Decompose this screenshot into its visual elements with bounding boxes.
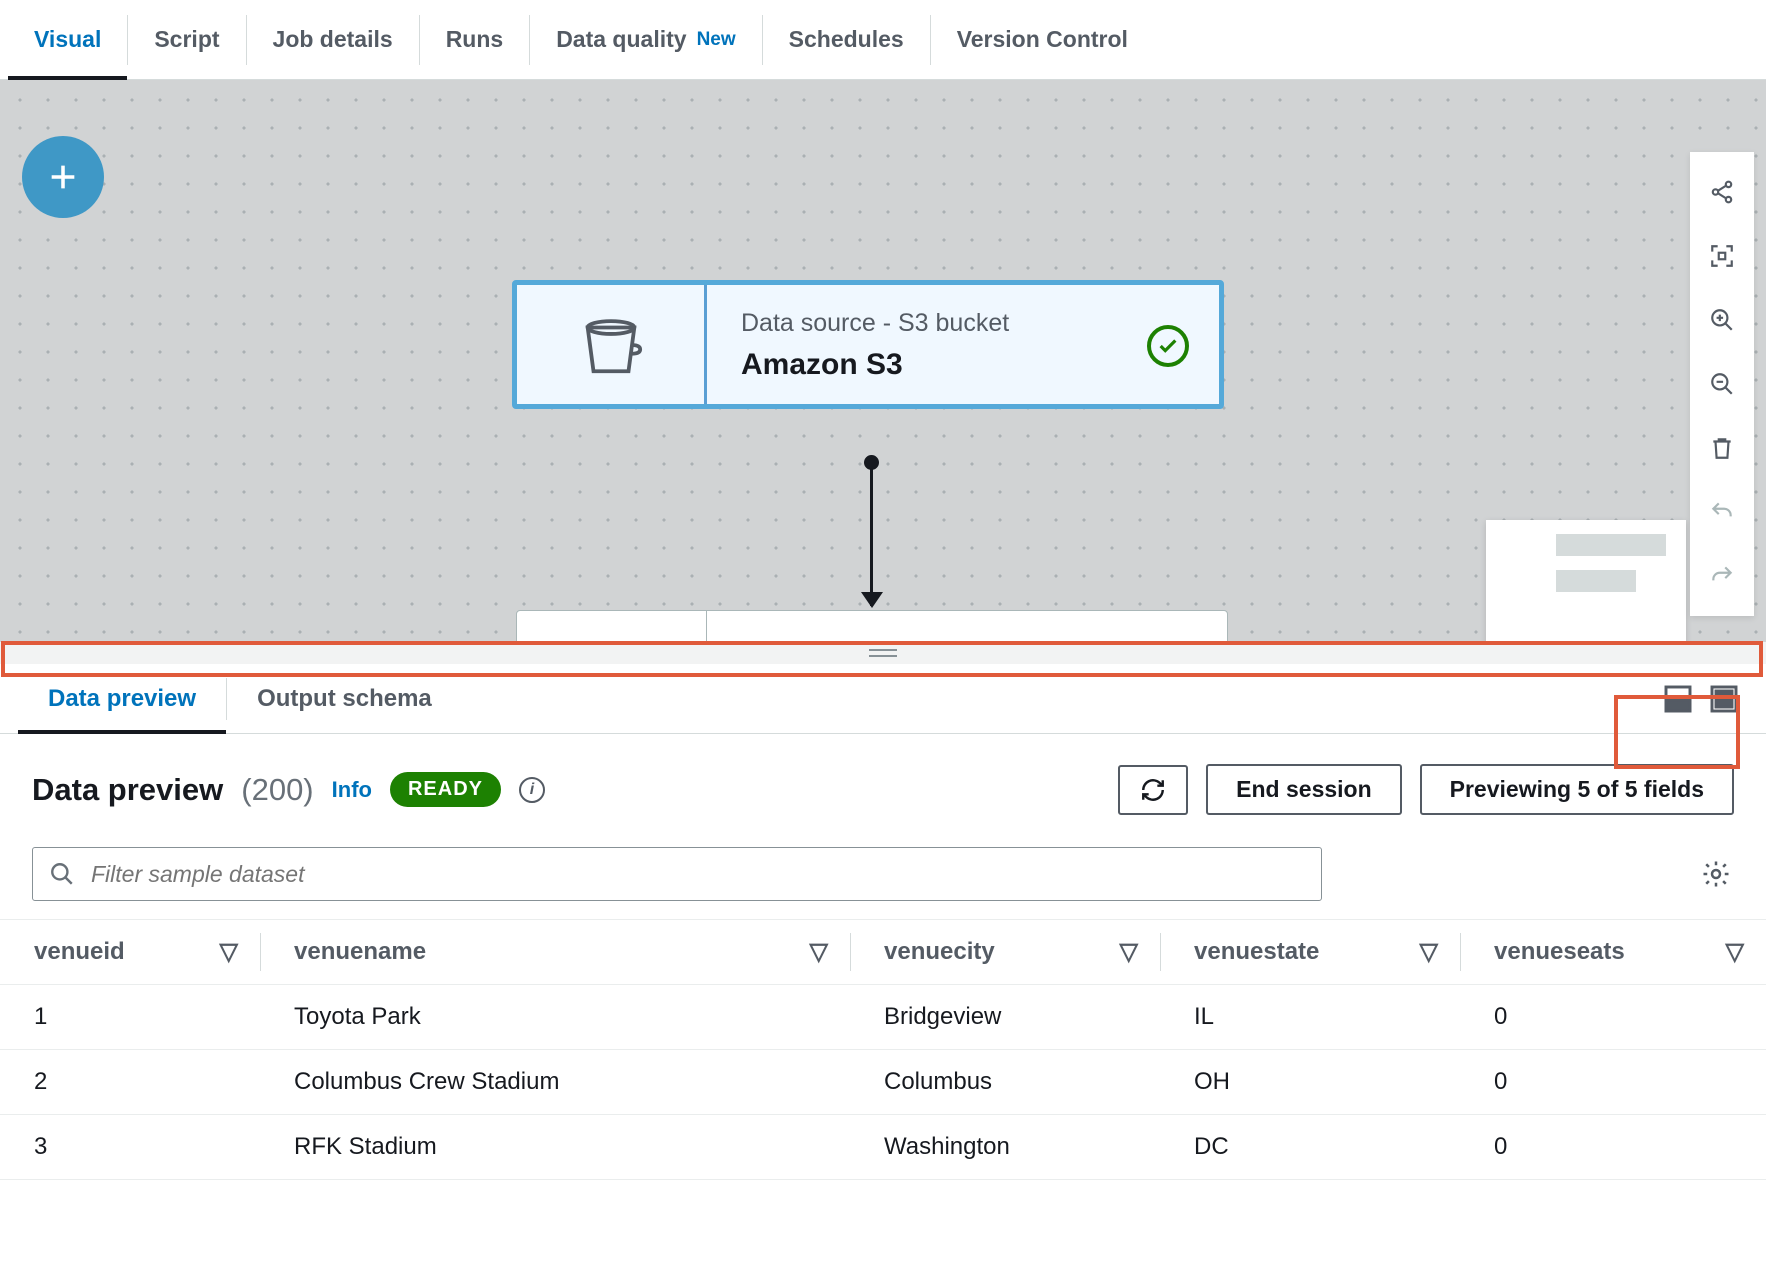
share-button[interactable] xyxy=(1698,168,1746,216)
filter-icon[interactable]: ▽ xyxy=(1420,938,1438,967)
tab-job-details[interactable]: Job details xyxy=(247,15,420,65)
redo-button[interactable] xyxy=(1698,552,1746,600)
node-s3-source[interactable]: Data source - S3 bucket Amazon S3 xyxy=(512,280,1224,409)
cell: 0 xyxy=(1460,1115,1766,1180)
zoom-in-button[interactable] xyxy=(1698,296,1746,344)
cell: Washington xyxy=(850,1115,1160,1180)
info-icon[interactable]: i xyxy=(519,777,545,803)
undo-button[interactable] xyxy=(1698,488,1746,536)
share-icon xyxy=(1709,179,1735,205)
minimap-node xyxy=(1556,534,1666,556)
tab-script[interactable]: Script xyxy=(128,15,246,65)
table-row[interactable]: 3 RFK Stadium Washington DC 0 xyxy=(0,1115,1766,1180)
redo-icon xyxy=(1709,563,1735,589)
cell: IL xyxy=(1160,985,1460,1050)
table-header-row: venueid▽ venuename▽ venuecity▽ venuestat… xyxy=(0,920,1766,985)
cell: RFK Stadium xyxy=(260,1115,850,1180)
minimap-node xyxy=(1556,570,1636,592)
cell: Columbus Crew Stadium xyxy=(260,1050,850,1115)
layout-full-button[interactable] xyxy=(1708,683,1740,715)
visual-canvas[interactable]: Data source - S3 bucket Amazon S3 Data t… xyxy=(0,80,1766,642)
canvas-toolbar xyxy=(1690,152,1754,616)
tab-data-preview[interactable]: Data preview xyxy=(18,678,227,720)
table-settings-button[interactable] xyxy=(1698,856,1734,892)
new-badge: New xyxy=(697,29,736,51)
grip-icon xyxy=(869,649,897,657)
tab-runs[interactable]: Runs xyxy=(420,15,531,65)
panel-half-icon xyxy=(1662,683,1694,715)
refresh-button[interactable] xyxy=(1118,765,1188,815)
table-row[interactable]: 2 Columbus Crew Stadium Columbus OH 0 xyxy=(0,1050,1766,1115)
col-venuestate[interactable]: venuestate▽ xyxy=(1160,920,1460,985)
node-icon-slot xyxy=(517,285,707,404)
fields-menu-button[interactable]: Previewing 5 of 5 fields xyxy=(1420,764,1734,815)
cell: 0 xyxy=(1460,1050,1766,1115)
end-session-button[interactable]: End session xyxy=(1206,764,1401,815)
undo-icon xyxy=(1709,499,1735,525)
tab-schedules[interactable]: Schedules xyxy=(763,15,931,65)
status-ok-icon xyxy=(1147,325,1189,367)
layout-half-button[interactable] xyxy=(1662,683,1694,715)
preview-header: Data preview (200) Info READY i End sess… xyxy=(0,734,1766,835)
top-tab-bar: Visual Script Job details Runs Data qual… xyxy=(0,0,1766,80)
cell: Bridgeview xyxy=(850,985,1160,1050)
search-icon xyxy=(49,861,75,887)
filter-icon[interactable]: ▽ xyxy=(220,938,238,967)
col-venueseats[interactable]: venueseats▽ xyxy=(1460,920,1766,985)
panel-full-icon xyxy=(1708,683,1740,715)
tab-output-schema[interactable]: Output schema xyxy=(227,678,462,720)
tab-version-control[interactable]: Version Control xyxy=(931,15,1154,65)
node-subtitle: Data source - S3 bucket xyxy=(741,309,1147,338)
cell: Columbus xyxy=(850,1050,1160,1115)
filter-icon[interactable]: ▽ xyxy=(1120,938,1138,967)
refresh-icon xyxy=(1140,777,1166,803)
filter-row xyxy=(0,835,1766,919)
zoom-in-icon xyxy=(1709,307,1735,333)
bucket-icon xyxy=(576,310,646,380)
zoom-out-icon xyxy=(1709,371,1735,397)
preview-count: (200) xyxy=(241,772,313,808)
node-snowflake-target[interactable]: Data target - Snowflake Snowflake xyxy=(516,610,1228,642)
col-venueid[interactable]: venueid▽ xyxy=(0,920,260,985)
preview-heading: Data preview xyxy=(32,772,223,808)
cell: DC xyxy=(1160,1115,1460,1180)
cell: OH xyxy=(1160,1050,1460,1115)
add-node-button[interactable] xyxy=(22,136,104,218)
tab-data-quality-label: Data quality xyxy=(556,26,686,53)
fit-icon xyxy=(1709,243,1735,269)
cell: 1 xyxy=(0,985,260,1050)
filter-input-container[interactable] xyxy=(32,847,1322,901)
table-row[interactable]: 1 Toyota Park Bridgeview IL 0 xyxy=(0,985,1766,1050)
minimap[interactable] xyxy=(1486,520,1686,642)
zoom-out-button[interactable] xyxy=(1698,360,1746,408)
cell: 3 xyxy=(0,1115,260,1180)
status-badge: READY xyxy=(390,772,501,807)
filter-icon[interactable]: ▽ xyxy=(1726,938,1744,967)
fit-button[interactable] xyxy=(1698,232,1746,280)
edge-arrow xyxy=(870,464,873,606)
lower-tab-bar: Data preview Output schema xyxy=(0,664,1766,734)
gear-icon xyxy=(1701,859,1731,889)
col-venuecity[interactable]: venuecity▽ xyxy=(850,920,1160,985)
trash-icon xyxy=(1709,435,1735,461)
node-icon-slot xyxy=(517,611,707,642)
cell: 0 xyxy=(1460,985,1766,1050)
filter-input[interactable] xyxy=(91,861,1305,888)
resize-handle[interactable] xyxy=(0,642,1766,664)
preview-table: venueid▽ venuename▽ venuecity▽ venuestat… xyxy=(0,919,1766,1180)
cell: Toyota Park xyxy=(260,985,850,1050)
info-link[interactable]: Info xyxy=(332,777,372,803)
cell: 2 xyxy=(0,1050,260,1115)
filter-icon[interactable]: ▽ xyxy=(810,938,828,967)
node-title: Amazon S3 xyxy=(741,348,1147,382)
tab-visual[interactable]: Visual xyxy=(8,15,128,65)
col-venuename[interactable]: venuename▽ xyxy=(260,920,850,985)
plus-icon xyxy=(46,160,80,194)
tab-data-quality[interactable]: Data quality New xyxy=(530,15,762,65)
delete-button[interactable] xyxy=(1698,424,1746,472)
